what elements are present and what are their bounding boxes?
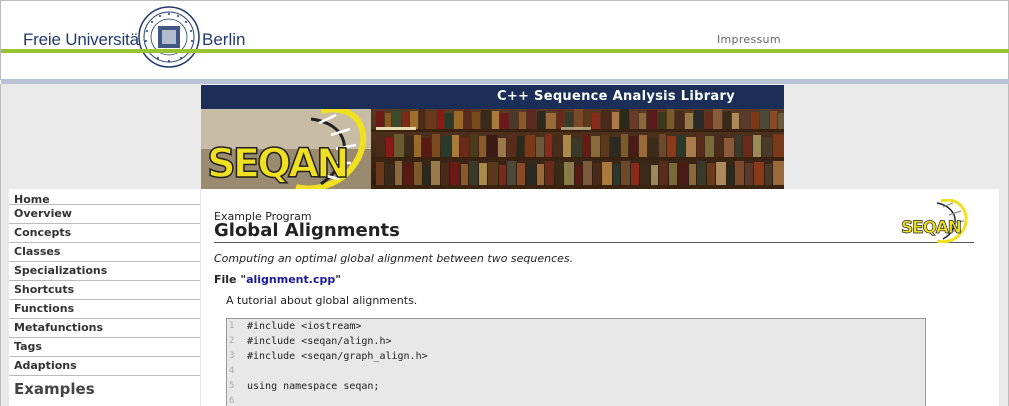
tutorial-text: A tutorial about global alignments. xyxy=(226,294,418,307)
code-text: #include <seqan/align.h> xyxy=(247,336,392,347)
sidebar-item-metafunctions[interactable]: Metafunctions xyxy=(9,319,200,338)
sidebar-item-tags[interactable]: Tags xyxy=(9,338,200,357)
sidebar-item-examples[interactable]: Examples xyxy=(9,376,200,406)
file-link[interactable]: alignment.cpp xyxy=(246,273,335,286)
code-line: 6 xyxy=(227,394,925,406)
code-line: 2 #include <seqan/align.h> xyxy=(227,334,925,349)
line-number: 6 xyxy=(229,396,235,406)
sidebar-item-home[interactable]: Home xyxy=(9,189,200,206)
sidebar-item-functions[interactable]: Functions xyxy=(9,300,200,319)
page-title: Global Alignments xyxy=(214,220,400,241)
sidebar-item-adaptions[interactable]: Adaptions xyxy=(9,357,200,376)
page-description: Computing an optimal global alignment be… xyxy=(214,252,574,265)
code-line: 5 using namespace seqan; xyxy=(227,379,925,394)
sidebar-item-shortcuts[interactable]: Shortcuts xyxy=(9,281,200,300)
sidebar-item-overview[interactable]: Overview xyxy=(9,205,200,224)
line-number: 2 xyxy=(229,336,235,346)
impressum-link[interactable]: Impressum xyxy=(717,33,781,46)
seqan-banner: C++ Sequence Analysis Library SEQAN xyxy=(201,85,784,189)
banner-title: C++ Sequence Analysis Library xyxy=(496,89,735,104)
main-content: Example Program Global Alignments SEQAN … xyxy=(201,189,999,406)
line-number: 3 xyxy=(229,351,235,361)
file-prefix: File " xyxy=(214,273,247,286)
code-text: #include <iostream> xyxy=(247,321,362,332)
banner-title-bar: C++ Sequence Analysis Library xyxy=(201,85,784,109)
title-divider xyxy=(214,242,974,243)
university-seal-icon[interactable] xyxy=(138,6,200,68)
code-listing: 1 #include <iostream> 2 #include <seqan/al… xyxy=(226,318,926,406)
sidebar-item-concepts[interactable]: Concepts xyxy=(9,224,200,243)
seqan-logo-text: SEQAN xyxy=(207,141,347,187)
sidebar-item-classes[interactable]: Classes xyxy=(9,243,200,262)
line-number: 1 xyxy=(229,321,235,331)
sidebar-item-specializations[interactable]: Specializations xyxy=(9,262,200,281)
line-number: 5 xyxy=(229,381,235,391)
code-line: 4 xyxy=(227,364,925,379)
header-green-rule xyxy=(1,49,1009,53)
university-name-right: Berlin xyxy=(202,30,246,49)
line-number: 4 xyxy=(229,366,235,376)
svg-text:SEQAN: SEQAN xyxy=(901,218,961,238)
sidebar-nav: Home Overview Concepts Classes Specializ… xyxy=(9,189,200,406)
library-banner-image: SEQAN xyxy=(201,109,784,189)
code-line: 1 #include <iostream> xyxy=(227,319,925,334)
code-text: using namespace seqan; xyxy=(247,381,380,392)
site-header: Freie Universität Berlin Impressum xyxy=(0,0,1009,85)
file-heading: File "alignment.cpp" xyxy=(214,273,341,286)
university-name-left: Freie Universität xyxy=(23,30,144,49)
code-line: 3 #include <seqan/graph_align.h> xyxy=(227,349,925,364)
file-suffix: " xyxy=(335,273,341,286)
code-text: #include <seqan/graph_align.h> xyxy=(247,351,428,362)
seqan-logo-icon: SEQAN xyxy=(901,199,968,243)
